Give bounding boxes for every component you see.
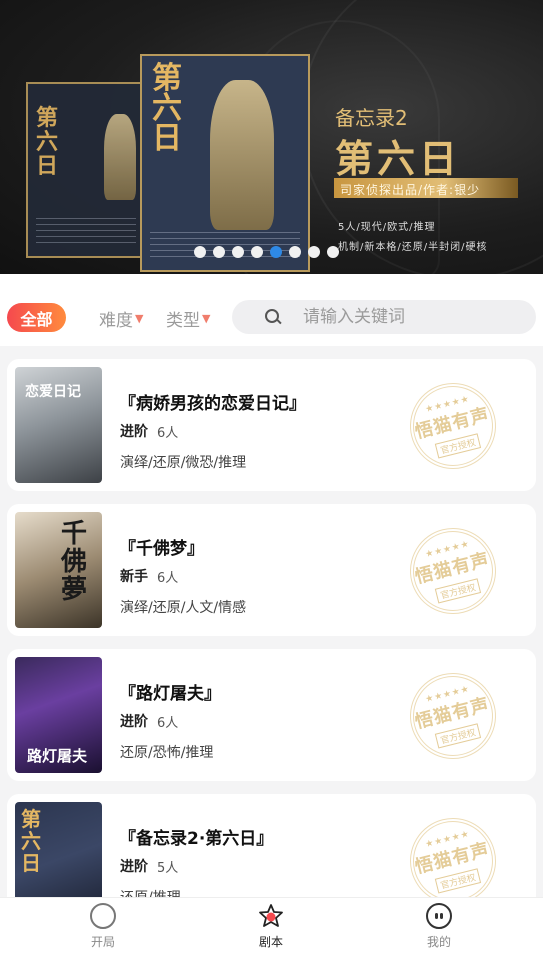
carousel-dot[interactable] xyxy=(232,246,244,258)
banner-tags: 5人/现代/欧式/推理 机制/新本格/还原/半封闭/硬核 xyxy=(338,218,487,258)
script-title: 『千佛梦』 xyxy=(119,539,204,559)
carousel-dot[interactable] xyxy=(308,246,320,258)
cover-title: 千佛夢 xyxy=(61,519,88,605)
cover-title: 恋爱日记 xyxy=(25,384,81,400)
script-title: 『备忘录2·第六日』 xyxy=(119,829,274,849)
type-filter[interactable]: 类型 ▼ xyxy=(166,306,210,331)
carousel-dot[interactable] xyxy=(194,246,206,258)
banner-credit: 司家侦探出品/作者:银少 xyxy=(340,183,481,197)
cover-title: 路灯屠夫 xyxy=(27,747,88,765)
carousel-dot[interactable] xyxy=(251,246,263,258)
caret-down-icon: ▼ xyxy=(135,312,144,325)
authorization-stamp: ★★★★★ 悟猫有声 官方授权 xyxy=(400,373,506,479)
script-level: 进阶 xyxy=(120,714,148,730)
script-level: 进阶 xyxy=(120,424,148,440)
banner-tags-line: 5人/现代/欧式/推理 xyxy=(338,222,436,233)
script-cover-image: 恋爱日记 xyxy=(15,367,102,483)
hero-banner[interactable]: 第六日 第六日 备忘录2 第六日 司家侦探出品/作者:银少 5人/现代/欧式/推… xyxy=(0,0,543,274)
filter-all-button[interactable]: 全部 xyxy=(7,303,66,332)
poster-title: 第六日 xyxy=(152,61,182,156)
banner-poster-front: 第六日 xyxy=(140,54,310,272)
poster-capsule-art xyxy=(104,114,136,200)
script-players: 6人 xyxy=(157,716,179,731)
caret-down-icon: ▼ xyxy=(202,312,211,325)
search-input[interactable] xyxy=(303,307,523,327)
nav-tab-label: 开局 xyxy=(90,935,115,949)
script-tags: 演绎/还原/人文/情感 xyxy=(120,600,247,616)
carousel-dot[interactable] xyxy=(213,246,225,258)
carousel-dot-active[interactable] xyxy=(270,246,282,258)
poster-text-lines xyxy=(36,218,136,244)
banner-tags-line: 机制/新本格/还原/半封闭/硬核 xyxy=(338,242,488,253)
search-box[interactable] xyxy=(232,300,536,334)
script-level: 进阶 xyxy=(120,859,148,875)
script-badge-icon xyxy=(258,903,284,929)
poster-title: 第六日 xyxy=(36,105,59,179)
script-title: 『路灯屠夫』 xyxy=(119,684,221,704)
authorization-stamp: ★★★★★ 悟猫有声 官方授权 xyxy=(400,663,506,769)
nav-tab-kaiju[interactable]: 开局 xyxy=(63,903,143,950)
nav-tab-label: 剧本 xyxy=(258,935,283,949)
type-filter-label: 类型 xyxy=(166,311,200,331)
nav-tab-label: 我的 xyxy=(426,935,451,949)
filter-bar: 全部 难度 ▼ 类型 ▼ xyxy=(0,274,543,346)
script-players: 6人 xyxy=(157,426,179,441)
script-cover-image: 路灯屠夫 xyxy=(15,657,102,773)
carousel-dot[interactable] xyxy=(327,246,339,258)
circle-icon xyxy=(90,903,116,929)
search-icon xyxy=(265,309,281,325)
difficulty-filter-label: 难度 xyxy=(99,311,133,331)
script-card[interactable]: 千佛夢 『千佛梦』 新手 6人 演绎/还原/人文/情感 ★★★★★ 悟猫有声 官… xyxy=(7,504,536,636)
script-cover-image: 千佛夢 xyxy=(15,512,102,628)
carousel-indicator xyxy=(194,246,339,258)
script-tags: 演绎/还原/微恐/推理 xyxy=(120,455,247,471)
script-tags: 还原/恐怖/推理 xyxy=(120,745,214,761)
nav-tab-juben[interactable]: 剧本 xyxy=(231,903,311,950)
banner-title: 第六日 xyxy=(335,136,462,181)
banner-poster-back: 第六日 xyxy=(26,82,146,258)
poster-capsule-art xyxy=(210,80,274,230)
script-players: 5人 xyxy=(157,861,179,876)
carousel-dot[interactable] xyxy=(289,246,301,258)
authorization-stamp: ★★★★★ 悟猫有声 官方授权 xyxy=(400,518,506,624)
bottom-navigation: 开局 剧本 我的 xyxy=(0,897,543,954)
script-card[interactable]: 路灯屠夫 『路灯屠夫』 进阶 6人 还原/恐怖/推理 ★★★★★ 悟猫有声 官方… xyxy=(7,649,536,781)
script-players: 6人 xyxy=(157,571,179,586)
face-icon xyxy=(426,903,452,929)
script-title: 『病娇男孩的恋爱日记』 xyxy=(119,394,306,414)
cover-title: 第六日 xyxy=(21,807,41,875)
script-level: 新手 xyxy=(120,569,148,585)
difficulty-filter[interactable]: 难度 ▼ xyxy=(99,306,143,331)
script-card[interactable]: 恋爱日记 『病娇男孩的恋爱日记』 进阶 6人 演绎/还原/微恐/推理 ★★★★★… xyxy=(7,359,536,491)
banner-subtitle: 备忘录2 xyxy=(335,106,408,130)
nav-tab-wode[interactable]: 我的 xyxy=(399,903,479,950)
